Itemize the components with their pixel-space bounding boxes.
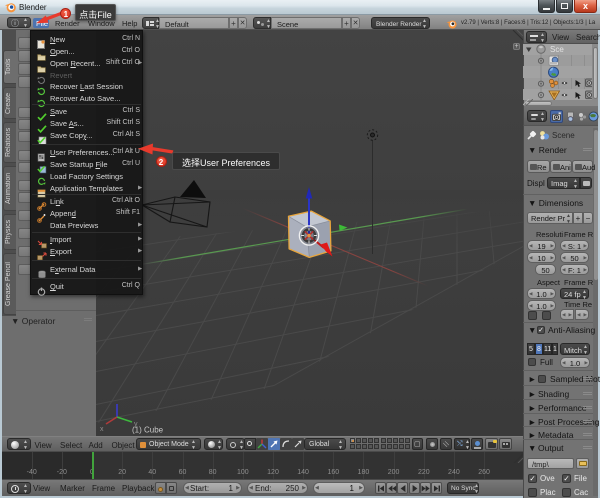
- svg-text:(1) Cube: (1) Cube: [132, 426, 164, 435]
- svg-text:Sce: Sce: [550, 45, 564, 54]
- svg-text:x: x: [100, 426, 104, 433]
